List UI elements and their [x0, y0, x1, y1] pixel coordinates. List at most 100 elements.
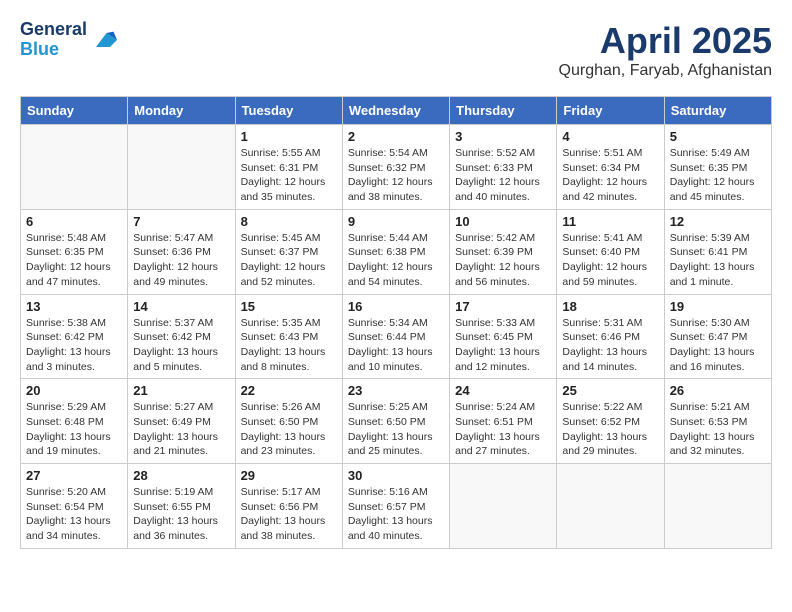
weekday-header-sunday: Sunday — [21, 97, 128, 125]
day-info: Sunrise: 5:30 AM Sunset: 6:47 PM Dayligh… — [670, 316, 766, 375]
day-number: 28 — [133, 468, 229, 483]
day-number: 27 — [26, 468, 122, 483]
title-block: April 2025 Qurghan, Faryab, Afghanistan — [559, 20, 772, 80]
day-info: Sunrise: 5:52 AM Sunset: 6:33 PM Dayligh… — [455, 146, 551, 205]
day-info: Sunrise: 5:37 AM Sunset: 6:42 PM Dayligh… — [133, 316, 229, 375]
calendar-cell: 12Sunrise: 5:39 AM Sunset: 6:41 PM Dayli… — [664, 209, 771, 294]
calendar-cell: 16 Sunrise: 5:34 AM Sunset: 6:44 PM Dayli… — [342, 294, 449, 379]
day-number: 6 — [26, 214, 122, 229]
calendar-cell: 11 Sunrise: 5:41 AM Sunset: 6:40 PM Dayli… — [557, 209, 664, 294]
calendar-cell: 23Sunrise: 5:25 AM Sunset: 6:50 PM Dayli… — [342, 379, 449, 464]
calendar-cell — [557, 464, 664, 549]
calendar-cell: 13 Sunrise: 5:38 AM Sunset: 6:42 PM Dayli… — [21, 294, 128, 379]
day-number: 3 — [455, 129, 551, 144]
day-info: Sunrise: 5:25 AM Sunset: 6:50 PM Dayligh… — [348, 400, 444, 459]
day-number: 16 — [348, 299, 444, 314]
day-number: 8 — [241, 214, 337, 229]
calendar-cell: 25 Sunrise: 5:22 AM Sunset: 6:52 PM Dayli… — [557, 379, 664, 464]
day-info: Sunrise: 5:47 AM Sunset: 6:36 PM Dayligh… — [133, 231, 229, 290]
calendar-table: SundayMondayTuesdayWednesdayThursdayFrid… — [20, 96, 772, 549]
day-number: 2 — [348, 129, 444, 144]
day-info: Sunrise: 5:45 AM Sunset: 6:37 PM Dayligh… — [241, 231, 337, 290]
day-number: 29 — [241, 468, 337, 483]
weekday-header-thursday: Thursday — [450, 97, 557, 125]
day-number: 4 — [562, 129, 658, 144]
day-number: 19 — [670, 299, 766, 314]
logo-text: GeneralBlue — [20, 20, 87, 60]
calendar-week-3: 13 Sunrise: 5:38 AM Sunset: 6:42 PM Dayli… — [21, 294, 772, 379]
weekday-header-saturday: Saturday — [664, 97, 771, 125]
calendar-cell: 4 Sunrise: 5:51 AM Sunset: 6:34 PM Daylig… — [557, 125, 664, 210]
day-info: Sunrise: 5:20 AM Sunset: 6:54 PM Dayligh… — [26, 485, 122, 544]
day-number: 1 — [241, 129, 337, 144]
calendar-cell: 10Sunrise: 5:42 AM Sunset: 6:39 PM Dayli… — [450, 209, 557, 294]
day-info: Sunrise: 5:16 AM Sunset: 6:57 PM Dayligh… — [348, 485, 444, 544]
calendar-cell — [664, 464, 771, 549]
day-number: 17 — [455, 299, 551, 314]
calendar-header-row: SundayMondayTuesdayWednesdayThursdayFrid… — [21, 97, 772, 125]
day-info: Sunrise: 5:33 AM Sunset: 6:45 PM Dayligh… — [455, 316, 551, 375]
weekday-header-wednesday: Wednesday — [342, 97, 449, 125]
day-number: 11 — [562, 214, 658, 229]
day-info: Sunrise: 5:39 AM Sunset: 6:41 PM Dayligh… — [670, 231, 766, 290]
day-info: Sunrise: 5:17 AM Sunset: 6:56 PM Dayligh… — [241, 485, 337, 544]
logo-icon — [89, 26, 117, 54]
calendar-cell: 17 Sunrise: 5:33 AM Sunset: 6:45 PM Dayli… — [450, 294, 557, 379]
day-info: Sunrise: 5:22 AM Sunset: 6:52 PM Dayligh… — [562, 400, 658, 459]
day-number: 7 — [133, 214, 229, 229]
day-number: 25 — [562, 383, 658, 398]
calendar-cell: 3 Sunrise: 5:52 AM Sunset: 6:33 PM Daylig… — [450, 125, 557, 210]
calendar-cell: 2Sunrise: 5:54 AM Sunset: 6:32 PM Daylig… — [342, 125, 449, 210]
day-number: 21 — [133, 383, 229, 398]
calendar-week-5: 27 Sunrise: 5:20 AM Sunset: 6:54 PM Dayli… — [21, 464, 772, 549]
day-number: 15 — [241, 299, 337, 314]
day-info: Sunrise: 5:35 AM Sunset: 6:43 PM Dayligh… — [241, 316, 337, 375]
calendar-week-4: 20Sunrise: 5:29 AM Sunset: 6:48 PM Dayli… — [21, 379, 772, 464]
calendar-cell: 26Sunrise: 5:21 AM Sunset: 6:53 PM Dayli… — [664, 379, 771, 464]
weekday-header-friday: Friday — [557, 97, 664, 125]
location-subtitle: Qurghan, Faryab, Afghanistan — [559, 62, 772, 80]
day-number: 24 — [455, 383, 551, 398]
day-number: 9 — [348, 214, 444, 229]
day-info: Sunrise: 5:29 AM Sunset: 6:48 PM Dayligh… — [26, 400, 122, 459]
calendar-cell: 9 Sunrise: 5:44 AM Sunset: 6:38 PM Daylig… — [342, 209, 449, 294]
calendar-week-1: 1 Sunrise: 5:55 AM Sunset: 6:31 PM Daylig… — [21, 125, 772, 210]
calendar-cell — [21, 125, 128, 210]
day-info: Sunrise: 5:48 AM Sunset: 6:35 PM Dayligh… — [26, 231, 122, 290]
calendar-cell: 29 Sunrise: 5:17 AM Sunset: 6:56 PM Dayli… — [235, 464, 342, 549]
day-number: 13 — [26, 299, 122, 314]
day-number: 30 — [348, 468, 444, 483]
day-info: Sunrise: 5:34 AM Sunset: 6:44 PM Dayligh… — [348, 316, 444, 375]
day-info: Sunrise: 5:41 AM Sunset: 6:40 PM Dayligh… — [562, 231, 658, 290]
calendar-cell: 8 Sunrise: 5:45 AM Sunset: 6:37 PM Daylig… — [235, 209, 342, 294]
day-info: Sunrise: 5:26 AM Sunset: 6:50 PM Dayligh… — [241, 400, 337, 459]
day-info: Sunrise: 5:31 AM Sunset: 6:46 PM Dayligh… — [562, 316, 658, 375]
day-info: Sunrise: 5:38 AM Sunset: 6:42 PM Dayligh… — [26, 316, 122, 375]
calendar-cell: 14 Sunrise: 5:37 AM Sunset: 6:42 PM Dayli… — [128, 294, 235, 379]
calendar-cell: 27 Sunrise: 5:20 AM Sunset: 6:54 PM Dayli… — [21, 464, 128, 549]
calendar-cell: 15 Sunrise: 5:35 AM Sunset: 6:43 PM Dayli… — [235, 294, 342, 379]
calendar-cell: 24Sunrise: 5:24 AM Sunset: 6:51 PM Dayli… — [450, 379, 557, 464]
calendar-cell: 20Sunrise: 5:29 AM Sunset: 6:48 PM Dayli… — [21, 379, 128, 464]
day-info: Sunrise: 5:55 AM Sunset: 6:31 PM Dayligh… — [241, 146, 337, 205]
day-number: 14 — [133, 299, 229, 314]
month-title: April 2025 — [559, 20, 772, 62]
calendar-cell: 28 Sunrise: 5:19 AM Sunset: 6:55 PM Dayli… — [128, 464, 235, 549]
day-number: 5 — [670, 129, 766, 144]
calendar-cell: 18 Sunrise: 5:31 AM Sunset: 6:46 PM Dayli… — [557, 294, 664, 379]
calendar-cell: 1 Sunrise: 5:55 AM Sunset: 6:31 PM Daylig… — [235, 125, 342, 210]
calendar-cell: 6 Sunrise: 5:48 AM Sunset: 6:35 PM Daylig… — [21, 209, 128, 294]
day-info: Sunrise: 5:51 AM Sunset: 6:34 PM Dayligh… — [562, 146, 658, 205]
day-info: Sunrise: 5:19 AM Sunset: 6:55 PM Dayligh… — [133, 485, 229, 544]
calendar-cell: 30 Sunrise: 5:16 AM Sunset: 6:57 PM Dayli… — [342, 464, 449, 549]
day-info: Sunrise: 5:44 AM Sunset: 6:38 PM Dayligh… — [348, 231, 444, 290]
day-number: 10 — [455, 214, 551, 229]
day-number: 18 — [562, 299, 658, 314]
weekday-header-tuesday: Tuesday — [235, 97, 342, 125]
page-header: GeneralBlue April 2025 Qurghan, Faryab, … — [20, 20, 772, 80]
day-number: 26 — [670, 383, 766, 398]
calendar-cell: 7 Sunrise: 5:47 AM Sunset: 6:36 PM Daylig… — [128, 209, 235, 294]
calendar-cell: 5Sunrise: 5:49 AM Sunset: 6:35 PM Daylig… — [664, 125, 771, 210]
calendar-week-2: 6 Sunrise: 5:48 AM Sunset: 6:35 PM Daylig… — [21, 209, 772, 294]
day-info: Sunrise: 5:27 AM Sunset: 6:49 PM Dayligh… — [133, 400, 229, 459]
